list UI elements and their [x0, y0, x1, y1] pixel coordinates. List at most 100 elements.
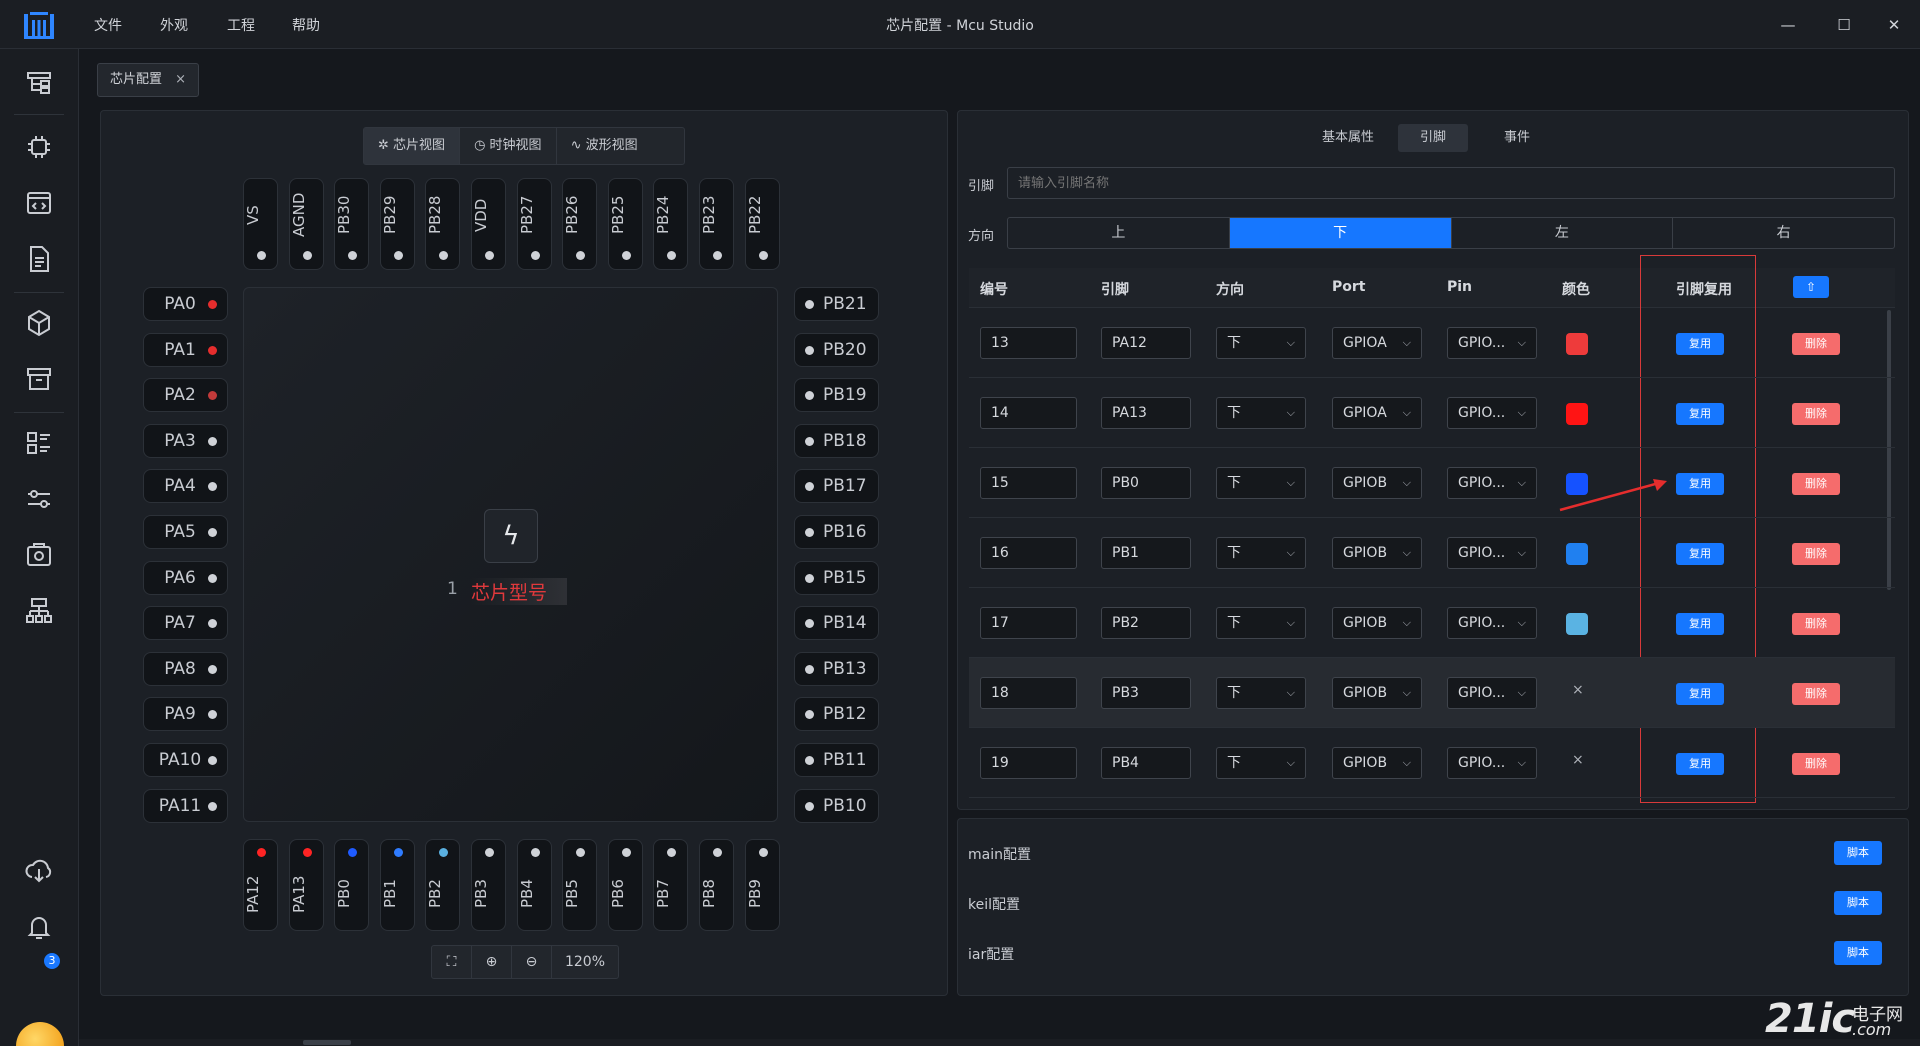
top-pin-vs[interactable]: VS [243, 178, 278, 270]
no-color-icon[interactable]: × [1572, 752, 1584, 768]
delete-button[interactable]: 删除 [1792, 333, 1840, 355]
hierarchy-icon[interactable] [23, 595, 55, 627]
top-pin-pb29[interactable]: PB29 [379, 178, 415, 270]
right-pin-pb21[interactable]: PB21 [794, 287, 879, 321]
top-pin-pb23[interactable]: PB23 [699, 178, 734, 270]
row-port-select[interactable]: GPIOA ⌵ [1332, 327, 1422, 359]
bottom-pin-pb7[interactable]: PB7 [653, 839, 689, 931]
tab-close-icon[interactable]: × [175, 64, 186, 96]
row-id-field[interactable]: 14 [980, 397, 1077, 429]
left-pin-pa11[interactable]: PA11 [143, 788, 228, 823]
right-pin-pb18[interactable]: PB18 [794, 423, 879, 458]
row-port-select[interactable]: GPIOB ⌵ [1332, 747, 1422, 779]
left-pin-pa1[interactable]: PA1 [143, 332, 228, 367]
row-pinsel-select[interactable]: GPIO... ⌵ [1447, 397, 1537, 429]
left-pin-pa4[interactable]: PA4 [143, 469, 228, 504]
row-pin-field[interactable]: PB2 [1101, 607, 1191, 639]
bottom-pin-pb6[interactable]: PB6 [607, 839, 643, 931]
pin-mux-button[interactable]: 复用 [1676, 613, 1724, 635]
chip-icon[interactable] [23, 131, 55, 163]
top-pin-pb24[interactable]: PB24 [653, 178, 689, 270]
delete-button[interactable]: 删除 [1792, 753, 1840, 775]
upload-icon[interactable]: ⇧ [1793, 276, 1829, 298]
row-port-select[interactable]: GPIOB ⌵ [1332, 607, 1422, 639]
bottom-pin-pb3[interactable]: PB3 [471, 839, 506, 931]
right-pin-pb19[interactable]: PB19 [794, 378, 879, 413]
pin-mux-button[interactable]: 复用 [1676, 753, 1724, 775]
row-port-select[interactable]: GPIOB ⌵ [1332, 677, 1422, 709]
settings-sliders-icon[interactable] [23, 483, 55, 515]
top-pin-pb28[interactable]: PB28 [425, 178, 461, 270]
keil-script-button[interactable]: 脚本 [1834, 891, 1882, 915]
row-port-select[interactable]: GPIOA ⌵ [1332, 397, 1422, 429]
left-pin-pa6[interactable]: PA6 [143, 560, 228, 595]
row-direction-select[interactable]: 下 ⌵ [1216, 537, 1306, 569]
tab-basic-properties[interactable]: 基本属性 [1310, 124, 1386, 152]
delete-button[interactable]: 删除 [1792, 543, 1840, 565]
left-pin-pa8[interactable]: PA8 [143, 651, 228, 686]
cube-icon[interactable] [23, 307, 55, 339]
main-script-button[interactable]: 脚本 [1834, 841, 1882, 865]
top-pin-pb27[interactable]: PB27 [516, 178, 552, 270]
row-pin-field[interactable]: PB0 [1101, 467, 1191, 499]
row-direction-select[interactable]: 下 ⌵ [1216, 467, 1306, 499]
bottom-pin-pb4[interactable]: PB4 [516, 839, 552, 931]
right-pin-pb17[interactable]: PB17 [794, 469, 879, 504]
menu-file[interactable]: 文件 [94, 15, 122, 35]
left-pin-pa2[interactable]: PA2 [143, 378, 228, 413]
top-pin-vdd[interactable]: VDD [471, 178, 506, 270]
row-id-field[interactable]: 15 [980, 467, 1077, 499]
row-pinsel-select[interactable]: GPIO... ⌵ [1447, 537, 1537, 569]
right-pin-pb12[interactable]: PB12 [794, 697, 879, 732]
row-pin-field[interactable]: PB4 [1101, 747, 1191, 779]
tab-events[interactable]: 事件 [1492, 124, 1542, 152]
top-pin-pb26[interactable]: PB26 [562, 178, 598, 270]
bottom-pin-pb2[interactable]: PB2 [425, 839, 461, 931]
tab-clock-view[interactable]: ◷ 时钟视图 [460, 128, 557, 164]
top-pin-pb25[interactable]: PB25 [607, 178, 643, 270]
left-pin-pa3[interactable]: PA3 [143, 423, 228, 458]
project-tree-icon[interactable] [23, 66, 55, 98]
color-swatch[interactable] [1566, 333, 1588, 355]
folder-cam-icon[interactable] [23, 539, 55, 571]
zoom-out-icon[interactable]: ⊖ [512, 946, 552, 978]
row-direction-select[interactable]: 下 ⌵ [1216, 397, 1306, 429]
row-id-field[interactable]: 19 [980, 747, 1077, 779]
avatar[interactable] [16, 1022, 64, 1046]
bottom-pin-pb9[interactable]: PB9 [744, 839, 780, 931]
row-id-field[interactable]: 18 [980, 677, 1077, 709]
bottom-pin-pb1[interactable]: PB1 [379, 839, 415, 931]
menu-help[interactable]: 帮助 [292, 15, 320, 35]
bottom-pin-pa13[interactable]: PA13 [288, 839, 324, 931]
pin-mux-button[interactable]: 复用 [1676, 333, 1724, 355]
left-pin-pa0[interactable]: PA0 [143, 287, 228, 321]
document-icon[interactable] [23, 243, 55, 275]
pin-mux-button[interactable]: 复用 [1676, 473, 1724, 495]
row-pin-field[interactable]: PA13 [1101, 397, 1191, 429]
left-pin-pa9[interactable]: PA9 [143, 697, 228, 732]
direction-up[interactable]: 上 [1008, 218, 1230, 248]
maximize-button[interactable]: ☐ [1831, 12, 1857, 38]
color-swatch[interactable] [1566, 403, 1588, 425]
bottom-pin-pb5[interactable]: PB5 [562, 839, 598, 931]
menu-project[interactable]: 工程 [227, 15, 255, 35]
code-window-icon[interactable] [23, 187, 55, 219]
row-pin-field[interactable]: PB3 [1101, 677, 1191, 709]
pin-mux-button[interactable]: 复用 [1676, 683, 1724, 705]
right-pin-pb15[interactable]: PB15 [794, 560, 879, 595]
row-port-select[interactable]: GPIOB ⌵ [1332, 537, 1422, 569]
left-pin-pa5[interactable]: PA5 [143, 515, 228, 549]
archive-icon[interactable] [23, 363, 55, 395]
pin-mux-button[interactable]: 复用 [1676, 403, 1724, 425]
left-pin-pa7[interactable]: PA7 [143, 606, 228, 641]
color-swatch[interactable] [1566, 613, 1588, 635]
right-pin-pb14[interactable]: PB14 [794, 606, 879, 641]
right-pin-pb16[interactable]: PB16 [794, 515, 879, 549]
row-direction-select[interactable]: 下 ⌵ [1216, 677, 1306, 709]
row-pinsel-select[interactable]: GPIO... ⌵ [1447, 327, 1537, 359]
horizontal-scroll-thumb[interactable] [303, 1040, 351, 1045]
color-swatch[interactable] [1566, 543, 1588, 565]
top-pin-pb22[interactable]: PB22 [744, 178, 780, 270]
left-pin-pa10[interactable]: PA10 [143, 743, 228, 777]
top-pin-agnd[interactable]: AGND [288, 178, 324, 270]
